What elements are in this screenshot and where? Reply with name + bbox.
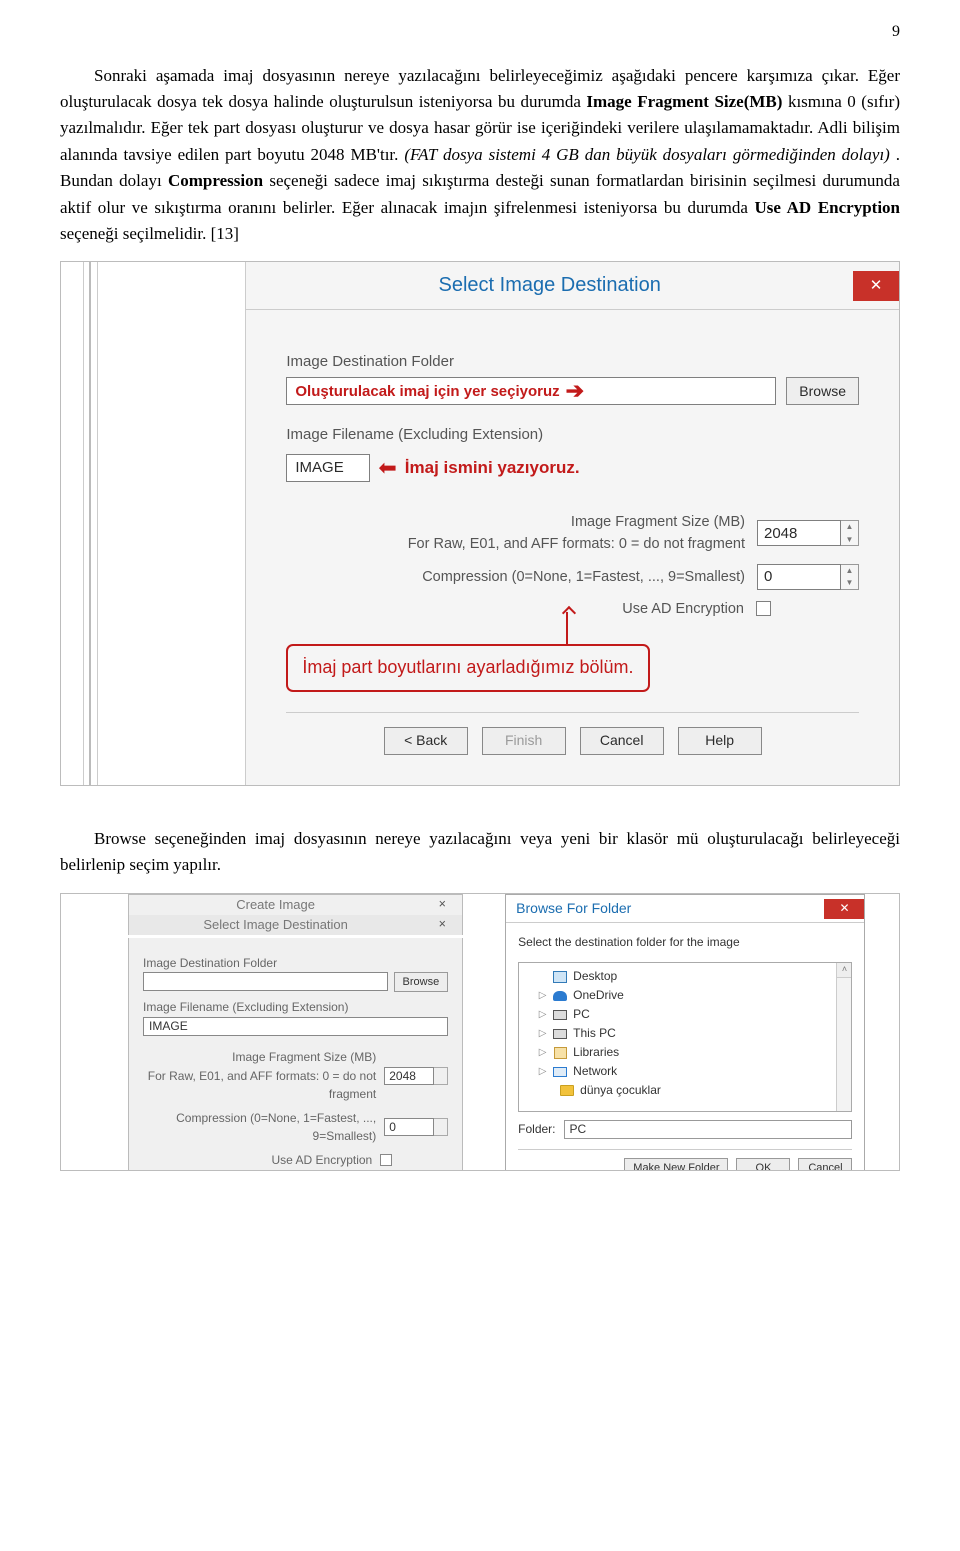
select-destination-form: Image Destination Folder Browse Image Fi…: [128, 938, 463, 1171]
destination-folder-input[interactable]: [143, 972, 388, 991]
ok-button[interactable]: OK: [736, 1158, 790, 1171]
scrollbar[interactable]: [836, 978, 851, 1111]
right-arrow-icon: ➔: [566, 374, 584, 408]
tree-item-this-pc[interactable]: ▷This PC: [519, 1024, 851, 1043]
close-icon[interactable]: ×: [422, 915, 462, 934]
screenshot-select-image-destination: Select Image Destination ✕ Image Destina…: [60, 261, 900, 786]
browse-folder-hint: Select the destination folder for the im…: [518, 933, 852, 952]
destination-folder-input[interactable]: Oluşturulacak imaj için yer seçiyoruz ➔: [286, 377, 776, 405]
compression-spinner[interactable]: [434, 1118, 448, 1136]
label-image-filename: Image Filename (Excluding Extension): [286, 423, 859, 446]
encryption-checkbox[interactable]: [380, 1154, 392, 1166]
dialog-title: Select Image Destination: [246, 262, 853, 309]
paragraph-2: Browse seçeneğinden imaj dosyasının nere…: [60, 826, 900, 879]
label-encryption: Use AD Encryption: [143, 1151, 380, 1170]
tree-item-pc[interactable]: ▷PC: [519, 1005, 851, 1024]
compression-input[interactable]: 0: [757, 564, 841, 590]
tree-item-desktop[interactable]: Desktop: [519, 967, 851, 986]
dialog-titlebar: Select Image Destination ✕: [245, 262, 899, 310]
tree-item-onedrive[interactable]: ▷OneDrive: [519, 986, 851, 1005]
compression-input[interactable]: 0: [384, 1118, 434, 1136]
label-compression: Compression (0=None, 1=Fastest, ..., 9=S…: [286, 566, 757, 588]
tree-item-folder[interactable]: dünya çocuklar: [519, 1081, 851, 1100]
back-button[interactable]: < Back: [384, 727, 468, 755]
page-number: 9: [60, 20, 900, 45]
label-fragment-size: Image Fragment Size (MB) For Raw, E01, a…: [143, 1048, 384, 1104]
help-button[interactable]: Help: [678, 727, 762, 755]
filename-annotation: İmaj ismini yazıyoruz.: [405, 455, 580, 481]
p1-bold1: Image Fragment Size(MB): [586, 92, 782, 111]
browse-folder-title: Browse For Folder: [516, 898, 631, 920]
label-encryption: Use AD Encryption: [286, 598, 756, 620]
folder-tree[interactable]: ˄ Desktop ▷OneDrive ▷PC ▷This PC ▷Librar…: [518, 962, 852, 1112]
screenshot-browse-for-folder: Create Image × Select Image Destination …: [60, 893, 900, 1171]
scroll-up-icon[interactable]: ˄: [836, 963, 851, 978]
fragment-callout: İmaj part boyutlarını ayarladığımız bölü…: [286, 644, 649, 692]
browse-for-folder-dialog: Browse For Folder ✕ Select the destinati…: [505, 894, 865, 1171]
encryption-checkbox[interactable]: [756, 601, 771, 616]
compression-spinner[interactable]: ▲▼: [841, 564, 859, 590]
fragment-size-spinner[interactable]: [434, 1067, 448, 1085]
folder-value-input[interactable]: PC: [564, 1120, 853, 1139]
close-icon[interactable]: ✕: [853, 271, 899, 301]
p1-bold3: Use AD Encryption: [755, 198, 900, 217]
label-fragment-size: Image Fragment Size (MB) For Raw, E01, a…: [286, 511, 757, 556]
label-destination-folder: Image Destination Folder: [286, 350, 859, 373]
fragment-size-input[interactable]: 2048: [757, 520, 841, 546]
tree-item-libraries[interactable]: ▷Libraries: [519, 1043, 851, 1062]
finish-button[interactable]: Finish: [482, 727, 566, 755]
cancel-button[interactable]: Cancel: [580, 727, 664, 755]
p1-bold2: Compression: [168, 171, 263, 190]
p1-seg5: seçeneği seçilmelidir. [13]: [60, 224, 239, 243]
cancel-button[interactable]: Cancel: [798, 1158, 852, 1171]
close-icon[interactable]: ×: [422, 895, 462, 914]
make-new-folder-button[interactable]: Make New Folder: [624, 1158, 728, 1171]
stacked-titlebars: Create Image × Select Image Destination …: [128, 894, 463, 935]
fragment-size-spinner[interactable]: ▲▼: [841, 520, 859, 546]
label-destination-folder: Image Destination Folder: [143, 954, 448, 973]
fragment-size-input[interactable]: 2048: [384, 1067, 434, 1085]
destination-annotation: Oluşturulacak imaj için yer seçiyoruz: [295, 380, 559, 403]
p1-italic: (FAT dosya sistemi 4 GB dan büyük dosyal…: [404, 145, 890, 164]
folder-label: Folder:: [518, 1120, 555, 1139]
tree-item-network[interactable]: ▷Network: [519, 1062, 851, 1081]
browse-button[interactable]: Browse: [394, 972, 449, 992]
image-filename-input[interactable]: IMAGE: [286, 454, 370, 482]
left-arrow-icon: ⬅: [378, 451, 396, 485]
label-compression: Compression (0=None, 1=Fastest, ..., 9=S…: [143, 1109, 384, 1146]
title-create-image: Create Image: [129, 895, 422, 915]
label-image-filename: Image Filename (Excluding Extension): [143, 998, 448, 1017]
browse-button[interactable]: Browse: [786, 377, 859, 405]
close-icon[interactable]: ✕: [824, 899, 864, 919]
image-filename-input[interactable]: IMAGE: [143, 1017, 448, 1036]
title-select-dest: Select Image Destination: [129, 915, 422, 935]
callout-arrow-icon: [566, 612, 568, 646]
paragraph-1: Sonraki aşamada imaj dosyasının nereye y…: [60, 63, 900, 247]
